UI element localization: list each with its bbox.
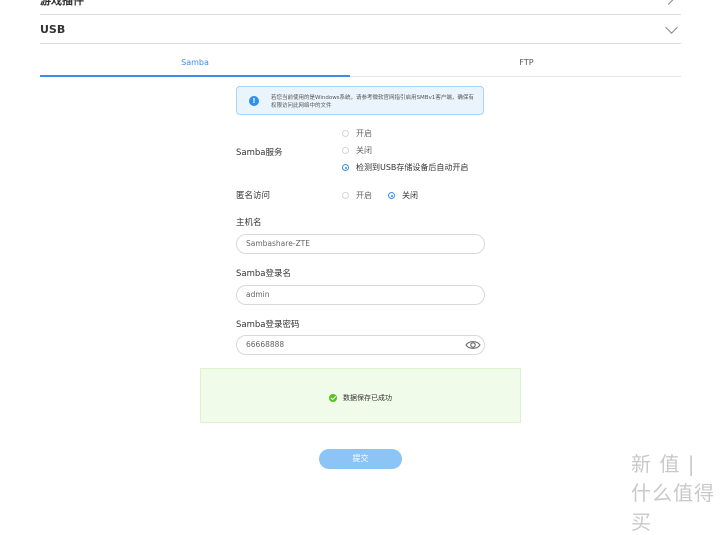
samba-service-option-auto[interactable]: 检测到USB存储设备后自动开启 <box>342 162 468 173</box>
login-name-input[interactable]: admin <box>236 285 485 305</box>
submit-button[interactable]: 提交 <box>319 449 402 469</box>
radio-icon[interactable] <box>342 147 349 154</box>
samba-service-label: Samba服务 <box>236 148 283 158</box>
radio-icon[interactable] <box>388 192 395 199</box>
password-value: 66668888 <box>246 340 285 349</box>
radio-icon[interactable] <box>342 192 349 199</box>
anonymous-access-option-on[interactable]: 开启 <box>342 190 372 201</box>
anonymous-access-label: 匿名访问 <box>236 191 271 201</box>
success-message: 数据保存已成功 <box>343 394 392 402</box>
divider <box>40 14 681 15</box>
anonymous-access-option-off[interactable]: 关闭 <box>388 190 418 201</box>
login-password-input[interactable]: 66668888 <box>236 335 485 355</box>
tab-samba[interactable]: Samba <box>40 58 350 67</box>
info-icon: ! <box>249 96 259 106</box>
tab-ftp[interactable]: FTP <box>372 58 681 67</box>
eye-icon[interactable] <box>465 339 481 351</box>
section-title-game-plugins[interactable]: 游戏插件 <box>40 0 84 8</box>
samba-service-option-on[interactable]: 开启 <box>342 128 372 139</box>
success-message-box: 数据保存已成功 <box>200 368 521 423</box>
radio-icon[interactable] <box>342 130 349 137</box>
radio-icon[interactable] <box>342 164 349 171</box>
login-password-label: Samba登录密码 <box>236 320 300 330</box>
divider <box>40 43 681 44</box>
login-name-label: Samba登录名 <box>236 269 291 279</box>
check-circle-icon <box>329 394 337 402</box>
section-title-usb[interactable]: USB <box>40 23 65 36</box>
notice-text: 若您当前使用的是Windows系统，请参考微软官网指引启用SMBv1客户端，确保… <box>271 95 474 109</box>
chevron-right-icon[interactable] <box>662 0 675 5</box>
hostname-label: 主机名 <box>236 218 262 228</box>
samba-service-option-off[interactable]: 关闭 <box>342 145 372 156</box>
tab-active-indicator <box>40 75 350 77</box>
info-notice: ! 若您当前使用的是Windows系统，请参考微软官网指引启用SMBv1客户端，… <box>236 86 484 115</box>
chevron-down-icon[interactable] <box>665 21 678 34</box>
hostname-input[interactable]: Sambashare-ZTE <box>236 234 485 254</box>
